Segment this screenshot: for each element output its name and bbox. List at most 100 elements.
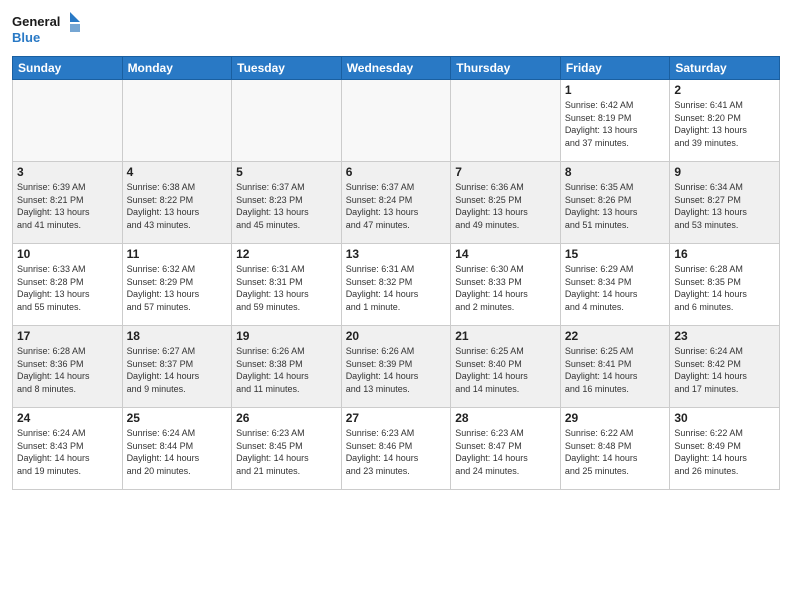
day-number: 17 xyxy=(17,329,118,343)
calendar-cell: 26 Sunrise: 6:23 AM Sunset: 8:45 PM Dayli… xyxy=(232,408,342,490)
day-number: 7 xyxy=(455,165,556,179)
calendar-cell: 25Sunrise: 6:24 AM Sunset: 8:44 PM Dayli… xyxy=(122,408,232,490)
calendar-cell xyxy=(232,80,342,162)
day-info: Sunrise: 6:28 AM Sunset: 8:35 PM Dayligh… xyxy=(674,263,775,313)
calendar-cell: 24Sunrise: 6:24 AM Sunset: 8:43 PM Dayli… xyxy=(13,408,123,490)
day-number: 22 xyxy=(565,329,666,343)
week-row-1: 1Sunrise: 6:42 AM Sunset: 8:19 PM Daylig… xyxy=(13,80,780,162)
calendar-cell: 12 Sunrise: 6:31 AM Sunset: 8:31 PM Dayli… xyxy=(232,244,342,326)
page: General Blue SundayMondayTuesdayWednesda… xyxy=(0,0,792,612)
calendar-cell: 16 Sunrise: 6:28 AM Sunset: 8:35 PM Dayli… xyxy=(670,244,780,326)
day-info: Sunrise: 6:22 AM Sunset: 8:48 PM Dayligh… xyxy=(565,427,666,477)
calendar-cell: 15 Sunrise: 6:29 AM Sunset: 8:34 PM Dayli… xyxy=(560,244,670,326)
weekday-friday: Friday xyxy=(560,57,670,80)
day-number: 8 xyxy=(565,165,666,179)
day-info: Sunrise: 6:33 AM Sunset: 8:28 PM Dayligh… xyxy=(17,263,118,313)
week-row-5: 24Sunrise: 6:24 AM Sunset: 8:43 PM Dayli… xyxy=(13,408,780,490)
day-number: 9 xyxy=(674,165,775,179)
week-row-3: 10 Sunrise: 6:33 AM Sunset: 8:28 PM Dayli… xyxy=(13,244,780,326)
day-info: Sunrise: 6:42 AM Sunset: 8:19 PM Dayligh… xyxy=(565,99,666,149)
day-info: Sunrise: 6:26 AM Sunset: 8:38 PM Dayligh… xyxy=(236,345,337,395)
day-info: Sunrise: 6:23 AM Sunset: 8:47 PM Dayligh… xyxy=(455,427,556,477)
day-number: 29 xyxy=(565,411,666,425)
calendar-cell xyxy=(122,80,232,162)
day-number: 10 xyxy=(17,247,118,261)
day-number: 18 xyxy=(127,329,228,343)
calendar-cell xyxy=(341,80,451,162)
calendar-cell: 18Sunrise: 6:27 AM Sunset: 8:37 PM Dayli… xyxy=(122,326,232,408)
day-info: Sunrise: 6:24 AM Sunset: 8:42 PM Dayligh… xyxy=(674,345,775,395)
calendar-cell xyxy=(13,80,123,162)
logo-svg: General Blue xyxy=(12,10,82,50)
day-number: 21 xyxy=(455,329,556,343)
calendar-cell: 14Sunrise: 6:30 AM Sunset: 8:33 PM Dayli… xyxy=(451,244,561,326)
calendar-cell: 22Sunrise: 6:25 AM Sunset: 8:41 PM Dayli… xyxy=(560,326,670,408)
day-number: 20 xyxy=(346,329,447,343)
day-number: 15 xyxy=(565,247,666,261)
calendar-cell: 11 Sunrise: 6:32 AM Sunset: 8:29 PM Dayli… xyxy=(122,244,232,326)
week-row-4: 17 Sunrise: 6:28 AM Sunset: 8:36 PM Dayli… xyxy=(13,326,780,408)
calendar-cell xyxy=(451,80,561,162)
weekday-sunday: Sunday xyxy=(13,57,123,80)
day-info: Sunrise: 6:28 AM Sunset: 8:36 PM Dayligh… xyxy=(17,345,118,395)
calendar-cell: 28 Sunrise: 6:23 AM Sunset: 8:47 PM Dayli… xyxy=(451,408,561,490)
calendar-cell: 3 Sunrise: 6:39 AM Sunset: 8:21 PM Daylig… xyxy=(13,162,123,244)
logo: General Blue xyxy=(12,10,82,50)
day-info: Sunrise: 6:32 AM Sunset: 8:29 PM Dayligh… xyxy=(127,263,228,313)
weekday-saturday: Saturday xyxy=(670,57,780,80)
day-info: Sunrise: 6:26 AM Sunset: 8:39 PM Dayligh… xyxy=(346,345,447,395)
day-info: Sunrise: 6:34 AM Sunset: 8:27 PM Dayligh… xyxy=(674,181,775,231)
svg-text:General: General xyxy=(12,14,60,29)
day-number: 24 xyxy=(17,411,118,425)
calendar-cell: 2 Sunrise: 6:41 AM Sunset: 8:20 PM Daylig… xyxy=(670,80,780,162)
day-number: 16 xyxy=(674,247,775,261)
day-info: Sunrise: 6:41 AM Sunset: 8:20 PM Dayligh… xyxy=(674,99,775,149)
calendar-cell: 10 Sunrise: 6:33 AM Sunset: 8:28 PM Dayli… xyxy=(13,244,123,326)
day-number: 3 xyxy=(17,165,118,179)
day-info: Sunrise: 6:24 AM Sunset: 8:44 PM Dayligh… xyxy=(127,427,228,477)
day-info: Sunrise: 6:25 AM Sunset: 8:40 PM Dayligh… xyxy=(455,345,556,395)
day-info: Sunrise: 6:37 AM Sunset: 8:24 PM Dayligh… xyxy=(346,181,447,231)
day-number: 26 xyxy=(236,411,337,425)
weekday-thursday: Thursday xyxy=(451,57,561,80)
day-info: Sunrise: 6:31 AM Sunset: 8:32 PM Dayligh… xyxy=(346,263,447,313)
day-number: 12 xyxy=(236,247,337,261)
day-number: 2 xyxy=(674,83,775,97)
calendar-cell: 29 Sunrise: 6:22 AM Sunset: 8:48 PM Dayli… xyxy=(560,408,670,490)
header: General Blue xyxy=(12,10,780,50)
day-info: Sunrise: 6:23 AM Sunset: 8:46 PM Dayligh… xyxy=(346,427,447,477)
day-number: 28 xyxy=(455,411,556,425)
day-info: Sunrise: 6:22 AM Sunset: 8:49 PM Dayligh… xyxy=(674,427,775,477)
calendar-cell: 17 Sunrise: 6:28 AM Sunset: 8:36 PM Dayli… xyxy=(13,326,123,408)
day-info: Sunrise: 6:35 AM Sunset: 8:26 PM Dayligh… xyxy=(565,181,666,231)
day-info: Sunrise: 6:31 AM Sunset: 8:31 PM Dayligh… xyxy=(236,263,337,313)
calendar-cell: 4Sunrise: 6:38 AM Sunset: 8:22 PM Daylig… xyxy=(122,162,232,244)
weekday-monday: Monday xyxy=(122,57,232,80)
week-row-2: 3 Sunrise: 6:39 AM Sunset: 8:21 PM Daylig… xyxy=(13,162,780,244)
day-number: 14 xyxy=(455,247,556,261)
day-number: 6 xyxy=(346,165,447,179)
day-number: 11 xyxy=(127,247,228,261)
calendar-cell: 5 Sunrise: 6:37 AM Sunset: 8:23 PM Daylig… xyxy=(232,162,342,244)
calendar-cell: 9 Sunrise: 6:34 AM Sunset: 8:27 PM Daylig… xyxy=(670,162,780,244)
weekday-header-row: SundayMondayTuesdayWednesdayThursdayFrid… xyxy=(13,57,780,80)
calendar-cell: 8 Sunrise: 6:35 AM Sunset: 8:26 PM Daylig… xyxy=(560,162,670,244)
day-info: Sunrise: 6:23 AM Sunset: 8:45 PM Dayligh… xyxy=(236,427,337,477)
day-number: 30 xyxy=(674,411,775,425)
calendar-cell: 23Sunrise: 6:24 AM Sunset: 8:42 PM Dayli… xyxy=(670,326,780,408)
calendar-cell: 6 Sunrise: 6:37 AM Sunset: 8:24 PM Daylig… xyxy=(341,162,451,244)
calendar-cell: 27 Sunrise: 6:23 AM Sunset: 8:46 PM Dayli… xyxy=(341,408,451,490)
calendar-cell: 13 Sunrise: 6:31 AM Sunset: 8:32 PM Dayli… xyxy=(341,244,451,326)
day-number: 19 xyxy=(236,329,337,343)
day-number: 13 xyxy=(346,247,447,261)
day-number: 27 xyxy=(346,411,447,425)
day-info: Sunrise: 6:39 AM Sunset: 8:21 PM Dayligh… xyxy=(17,181,118,231)
svg-text:Blue: Blue xyxy=(12,30,40,45)
calendar: SundayMondayTuesdayWednesdayThursdayFrid… xyxy=(12,56,780,490)
day-info: Sunrise: 6:37 AM Sunset: 8:23 PM Dayligh… xyxy=(236,181,337,231)
day-info: Sunrise: 6:36 AM Sunset: 8:25 PM Dayligh… xyxy=(455,181,556,231)
day-number: 5 xyxy=(236,165,337,179)
calendar-cell: 20 Sunrise: 6:26 AM Sunset: 8:39 PM Dayli… xyxy=(341,326,451,408)
day-info: Sunrise: 6:29 AM Sunset: 8:34 PM Dayligh… xyxy=(565,263,666,313)
calendar-cell: 19 Sunrise: 6:26 AM Sunset: 8:38 PM Dayli… xyxy=(232,326,342,408)
